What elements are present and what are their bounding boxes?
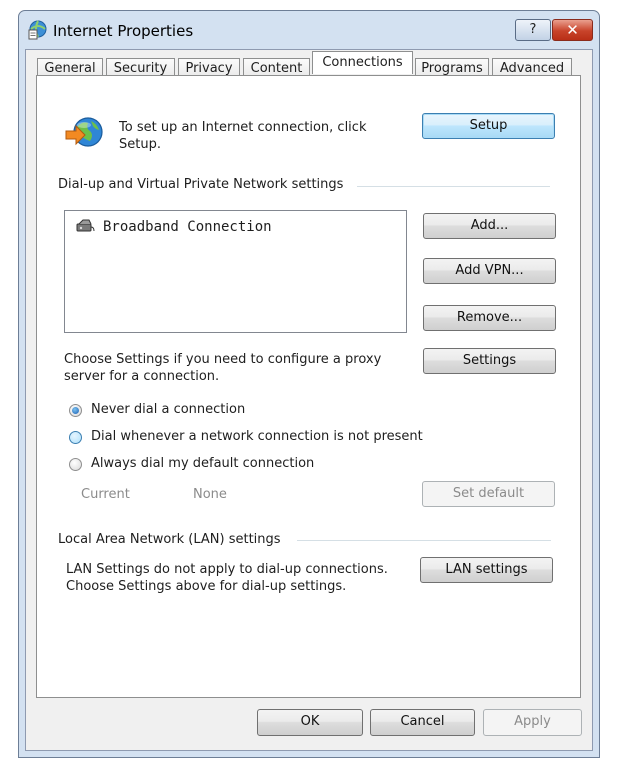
set-default-button[interactable]: Set default [422, 481, 555, 507]
lan-instruction: LAN Settings do not apply to dial-up con… [66, 562, 388, 594]
apply-button[interactable]: Apply [483, 709, 582, 736]
dialup-group-divider [357, 186, 550, 187]
globe-document-icon [28, 20, 47, 40]
lan-group-divider [297, 540, 551, 541]
list-item[interactable]: Broadband Connection [75, 218, 272, 235]
current-value: None [193, 487, 227, 502]
lan-settings-button[interactable]: LAN settings [420, 557, 553, 583]
add-vpn-button[interactable]: Add VPN... [423, 258, 556, 284]
ok-button[interactable]: OK [257, 709, 363, 736]
connections-listbox[interactable]: Broadband Connection [64, 210, 407, 333]
always-dial-label[interactable]: Always dial my default connection [91, 456, 314, 471]
always-dial-radio[interactable] [69, 458, 82, 471]
connection-name: Broadband Connection [103, 219, 272, 235]
title-bar[interactable]: Internet Properties ? ✕ [19, 11, 599, 49]
globe-arrow-icon [65, 117, 103, 147]
lan-group-label: Local Area Network (LAN) settings [58, 532, 281, 547]
window-title: Internet Properties [53, 22, 194, 40]
settings-button[interactable]: Settings [423, 348, 556, 374]
connections-tab-panel [36, 75, 581, 698]
dialup-group-label: Dial-up and Virtual Private Network sett… [58, 177, 344, 192]
close-button[interactable]: ✕ [552, 19, 593, 41]
setup-button[interactable]: Setup [422, 113, 555, 139]
cancel-button[interactable]: Cancel [370, 709, 475, 736]
remove-button[interactable]: Remove... [423, 305, 556, 331]
never-dial-label[interactable]: Never dial a connection [91, 402, 245, 417]
never-dial-radio[interactable] [69, 404, 82, 417]
setup-instruction: To set up an Internet connection, click … [119, 120, 367, 152]
broadband-connection-icon [76, 219, 95, 232]
proxy-instruction: Choose Settings if you need to configure… [64, 352, 382, 384]
help-button[interactable]: ? [515, 19, 551, 41]
add-button[interactable]: Add... [423, 213, 556, 239]
dial-whenever-radio[interactable] [69, 431, 82, 444]
tab-connections[interactable]: Connections [312, 51, 413, 74]
current-label: Current [81, 487, 130, 502]
dial-whenever-label[interactable]: Dial whenever a network connection is no… [91, 429, 423, 444]
